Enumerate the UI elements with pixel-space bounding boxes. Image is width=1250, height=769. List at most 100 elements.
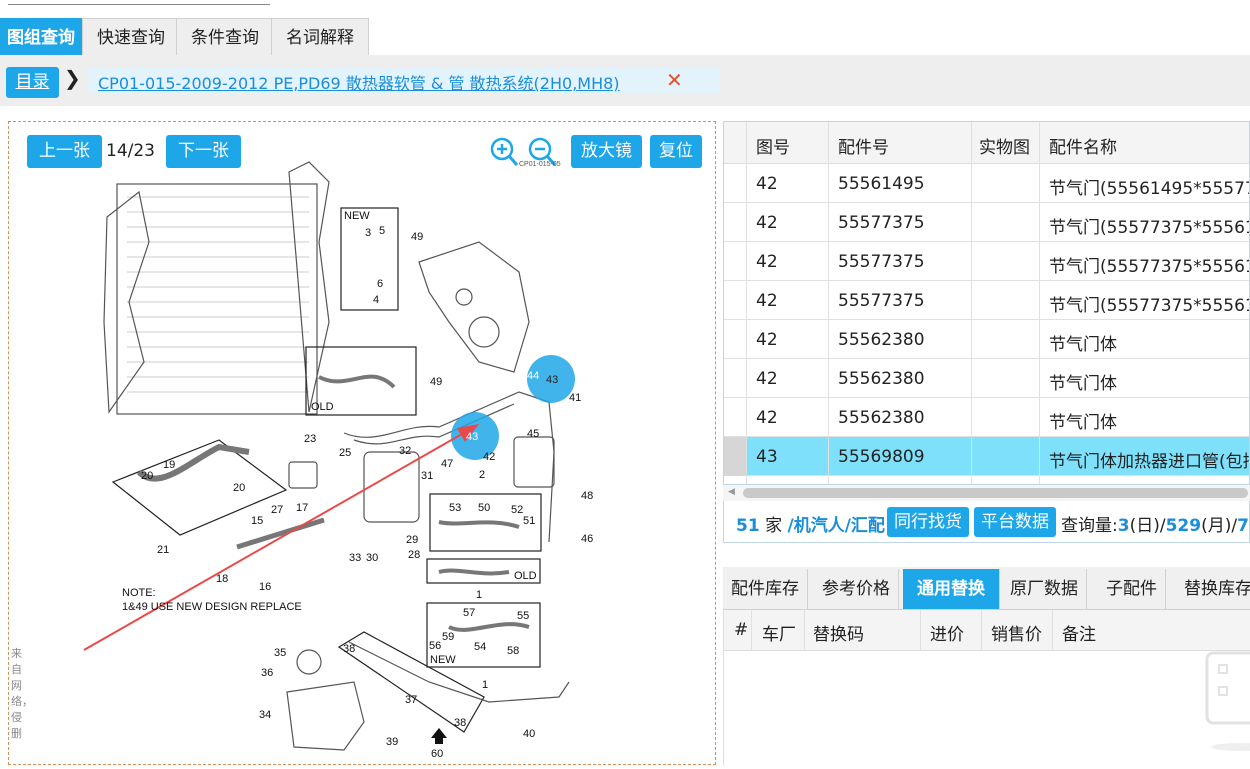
svg-text:56: 56	[429, 640, 441, 652]
svg-text:43: 43	[466, 431, 478, 443]
parts-table-header: 图号 配件号 实物图 配件名称	[724, 122, 1249, 164]
table-row[interactable]: 42 55577375 节气门(55577375*555614	[724, 281, 1250, 320]
cell-part-no: 55577375	[838, 291, 925, 311]
tab-universal-replace[interactable]: 通用替换	[903, 569, 1000, 609]
top-divider	[8, 4, 270, 5]
query-total: 76	[1237, 516, 1250, 536]
col-divider	[920, 610, 921, 651]
app-root: 图组查询 快速查询 条件查询 名词解释 目录 ❯ CP01-015-2009-2…	[0, 0, 1250, 769]
query-daily: 3	[1117, 516, 1130, 536]
cell-part-no: 55562380	[838, 369, 925, 389]
svg-text:19: 19	[163, 459, 175, 471]
svg-text:48: 48	[581, 490, 593, 502]
svg-text:21: 21	[157, 544, 169, 556]
svg-text:53: 53	[449, 502, 461, 514]
col-photo: 实物图	[979, 138, 1030, 158]
peer-search-button[interactable]: 同行找货	[887, 507, 969, 537]
table-row[interactable]: 42 55577375 节气门(55577375*555614	[724, 242, 1250, 281]
catalog-button[interactable]: 目录	[6, 67, 59, 98]
table-row[interactable]: 42 55577375 节气门(55577375*555614	[724, 203, 1249, 242]
svg-text:49: 49	[411, 231, 423, 243]
platform-data-button[interactable]: 平台数据	[974, 507, 1056, 537]
svg-text:20: 20	[233, 482, 245, 494]
tab-replace-stock[interactable]: 替换库存	[1176, 569, 1250, 609]
breadcrumb-link[interactable]: CP01-015-2009-2012 PE,PD69 散热器软管 & 管 散热系…	[98, 70, 620, 94]
cell-name: 节气门(55577375*555614	[1049, 257, 1250, 277]
cell-fig: 42	[756, 330, 778, 350]
svg-text:33: 33	[349, 552, 361, 564]
svg-text:34: 34	[259, 709, 271, 721]
cell-name: 节气门(55577375*555614	[1049, 296, 1250, 316]
cell-fig: 42	[756, 291, 778, 311]
cell-part-no: 55577375	[838, 252, 925, 272]
svg-text:3: 3	[365, 227, 371, 239]
close-icon[interactable]: ✕	[666, 68, 683, 92]
query-monthly: 529	[1165, 516, 1202, 536]
svg-text:44: 44	[527, 370, 539, 382]
table-row[interactable]: 42 55561495 节气门(55561495*555773	[724, 164, 1250, 203]
replace-table-header: # 车厂 替换码 进价 销售价 备注	[723, 610, 1250, 651]
diagram-label-new-2: NEW	[430, 654, 456, 666]
empty-state-icon	[1205, 651, 1250, 751]
scroll-left-icon[interactable]: ◀	[728, 487, 735, 497]
table-row[interactable]: 42 55562380 节气门体	[724, 320, 1249, 359]
col-divider	[1039, 122, 1040, 484]
col-remark: 备注	[1062, 625, 1096, 645]
side-watermark: 来自网络，侵删	[11, 647, 33, 740]
cell-name: 节气门体	[1049, 413, 1117, 433]
svg-text:30: 30	[366, 552, 378, 564]
table-row[interactable]: 42 55562380 节气门体	[724, 359, 1249, 398]
cell-name: 节气门体加热器进口管(包括	[1049, 452, 1250, 472]
svg-text:4: 4	[373, 294, 379, 306]
svg-text:17: 17	[296, 502, 308, 514]
supplier-unit: 家	[759, 516, 788, 536]
tab-group-query[interactable]: 图组查询	[0, 18, 82, 55]
tab-reference-price[interactable]: 参考价格	[814, 569, 899, 609]
col-divider	[1052, 610, 1053, 651]
cell-part-no: 55562380	[838, 408, 925, 428]
tab-oem-data[interactable]: 原厂数据	[1002, 569, 1087, 609]
col-maker: 车厂	[762, 625, 796, 645]
supplier-links[interactable]: /机汽人/汇配	[787, 516, 884, 536]
tab-parts-stock[interactable]: 配件库存	[723, 569, 808, 609]
scroll-thumb[interactable]	[743, 488, 1248, 498]
breadcrumb-path: CP01-015-2009-2012 PE,PD69 散热器软管 & 管 散热系…	[88, 68, 720, 94]
svg-text:39: 39	[386, 736, 398, 748]
diagram-label-old-1: OLD	[311, 401, 334, 413]
svg-text:16: 16	[259, 581, 271, 593]
svg-text:28: 28	[408, 549, 420, 561]
svg-text:57: 57	[463, 607, 475, 619]
svg-text:37: 37	[405, 694, 417, 706]
cell-name: 节气门(55561495*555773	[1049, 179, 1250, 199]
diagram-header-code: CP01-015-05	[519, 161, 561, 168]
col-sale-price: 销售价	[991, 625, 1042, 645]
col-divider	[981, 610, 982, 651]
svg-text:2: 2	[479, 469, 485, 481]
svg-text:52: 52	[511, 504, 523, 516]
stats-count-group: 51 家 /机汽人/汇配	[736, 511, 885, 536]
col-index: #	[734, 620, 749, 640]
cell-part-no: 55561495	[838, 174, 925, 194]
replace-table-body	[723, 651, 1250, 765]
col-divider	[828, 122, 829, 484]
col-name: 配件名称	[1049, 138, 1117, 158]
table-row[interactable]: 42 55562380 节气门体	[724, 398, 1249, 437]
tab-condition-query[interactable]: 条件查询	[176, 18, 274, 55]
col-replace-code: 替换码	[813, 625, 864, 645]
svg-text:20: 20	[141, 470, 153, 482]
svg-text:18: 18	[216, 573, 228, 585]
svg-text:23: 23	[304, 433, 316, 445]
cell-part-no: 55577375	[838, 213, 925, 233]
tab-sub-parts[interactable]: 子配件	[1098, 569, 1166, 609]
tab-quick-query[interactable]: 快速查询	[82, 18, 180, 55]
svg-text:58: 58	[507, 645, 519, 657]
table-row-selected[interactable]: 43 55569809 节气门体加热器进口管(包括	[724, 437, 1250, 476]
cell-fig: 42	[756, 174, 778, 194]
tab-glossary[interactable]: 名词解释	[271, 18, 369, 55]
svg-text:32: 32	[399, 445, 411, 457]
svg-text:45: 45	[527, 428, 539, 440]
horizontal-scrollbar[interactable]: ◀	[723, 485, 1250, 501]
cell-name: 节气门体	[1049, 335, 1117, 355]
col-divider	[804, 610, 805, 651]
cell-name: 节气门体	[1049, 374, 1117, 394]
